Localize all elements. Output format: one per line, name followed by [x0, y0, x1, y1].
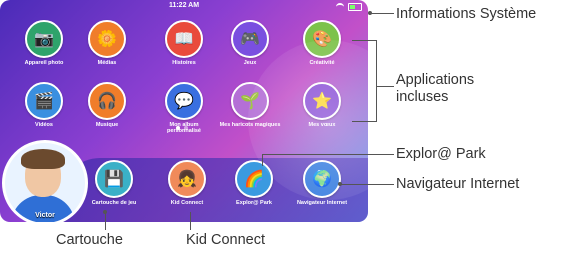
- callout-line-cartridge: [105, 212, 106, 230]
- app-kid-connect[interactable]: 👧 Kid Connect: [155, 160, 219, 206]
- callout-dot-cartridge: [103, 210, 107, 214]
- app-star[interactable]: ⭐ Mes vœux: [290, 82, 354, 128]
- page-indicator: [176, 126, 188, 130]
- callout-cartridge: Cartouche: [56, 232, 123, 248]
- profile-name: Victor: [35, 212, 55, 219]
- callout-line-system: [370, 13, 394, 14]
- app-video[interactable]: 🎬 Vidéos: [12, 82, 76, 128]
- app-label: Appareil photo: [24, 60, 64, 66]
- callout-park: Explor@ Park: [396, 146, 486, 162]
- page-dot-active[interactable]: [176, 126, 180, 130]
- app-label: Créativité: [309, 60, 335, 66]
- app-label: Jeux: [243, 60, 257, 66]
- callout-system-info: Informations Système: [396, 6, 537, 22]
- app-park[interactable]: 🌈 Explor@ Park: [222, 160, 286, 206]
- headphones-icon: 🎧: [88, 82, 126, 120]
- profile-avatar[interactable]: Victor: [2, 140, 88, 222]
- callout-line-apps-bottom: [352, 121, 376, 122]
- star-icon: ⭐: [303, 82, 341, 120]
- callout-dot-system: [368, 11, 372, 15]
- avatar-hair: [21, 149, 65, 169]
- app-beans[interactable]: 🌱 Mes haricots magiques: [218, 82, 282, 128]
- app-label: Kid Connect: [170, 200, 204, 206]
- app-label: Histoires: [172, 60, 196, 66]
- album-icon: 💬: [165, 82, 203, 120]
- app-label: Musique: [95, 122, 119, 128]
- status-bar: 11:22 AM: [0, 0, 368, 14]
- callout-line-browser: [340, 184, 394, 185]
- app-photo[interactable]: 🌼 Médias: [75, 20, 139, 66]
- app-label: Navigateur Internet: [296, 200, 348, 206]
- wifi-icon: [336, 3, 344, 11]
- tablet-screen: 11:22 AM 📷 Appareil photo 🌼 Médias 📖 Histoire…: [0, 0, 368, 222]
- system-icons[interactable]: [336, 3, 362, 11]
- app-label: Mes vœux: [308, 122, 336, 128]
- app-cartridge[interactable]: 💾 Cartouche de jeu: [82, 160, 146, 206]
- battery-icon: [348, 3, 362, 11]
- page-dot[interactable]: [184, 126, 188, 130]
- callout-line-kid-connect: [190, 212, 191, 230]
- app-palette[interactable]: 🎨 Créativité: [290, 20, 354, 66]
- app-gamepad[interactable]: 🎮 Jeux: [218, 20, 282, 66]
- callout-kid-connect: Kid Connect: [186, 232, 265, 248]
- callout-browser: Navigateur Internet: [396, 176, 520, 192]
- callout-line-park-drop: [262, 154, 263, 166]
- app-label: Explor@ Park: [236, 200, 272, 206]
- callout-bracket-apps: [376, 40, 377, 122]
- app-globe[interactable]: 🌍 Navigateur Internet: [290, 160, 354, 206]
- app-label: Mes haricots magiques: [219, 122, 281, 128]
- video-icon: 🎬: [25, 82, 63, 120]
- kid-connect-icon: 👧: [168, 160, 206, 198]
- camera-icon: 📷: [25, 20, 63, 58]
- beans-icon: 🌱: [231, 82, 269, 120]
- app-camera[interactable]: 📷 Appareil photo: [12, 20, 76, 66]
- photo-icon: 🌼: [88, 20, 126, 58]
- callout-line-park: [262, 154, 394, 155]
- palette-icon: 🎨: [303, 20, 341, 58]
- callout-apps: Applications incluses: [396, 72, 475, 105]
- app-label: Médias: [97, 60, 117, 66]
- app-label: Vidéos: [35, 122, 53, 128]
- globe-icon: 🌍: [303, 160, 341, 198]
- cartridge-icon: 💾: [95, 160, 133, 198]
- clock: 11:22 AM: [168, 2, 200, 9]
- app-label: Cartouche de jeu: [91, 200, 137, 206]
- park-icon: 🌈: [235, 160, 273, 198]
- callout-dot-browser: [338, 182, 342, 186]
- callout-line-apps: [376, 86, 394, 87]
- callout-line-apps-top: [352, 40, 376, 41]
- app-headphones[interactable]: 🎧 Musique: [75, 82, 139, 128]
- book-icon: 📖: [165, 20, 203, 58]
- gamepad-icon: 🎮: [231, 20, 269, 58]
- app-book[interactable]: 📖 Histoires: [152, 20, 216, 66]
